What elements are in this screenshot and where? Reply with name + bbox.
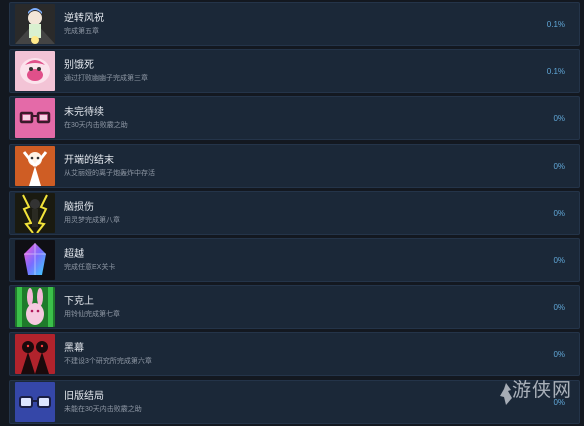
achievement-row[interactable]: 别饿死 通过打败幽幽子完成第三章 0.1% (9, 49, 580, 94)
achievement-description: 用灵梦完成第八章 (64, 216, 120, 224)
achievement-title: 下克上 (64, 296, 94, 308)
achievement-row[interactable]: 未完待续 在30天内击败霰之助 0% (9, 96, 580, 141)
achievement-row[interactable]: 脑损伤 用灵梦完成第八章 0% (9, 190, 580, 235)
achievement-title: 旧版结局 (64, 390, 104, 402)
achievement-description: 完成第五章 (64, 28, 99, 35)
pink-ghost-icon (15, 51, 55, 92)
achievement-description: 通过打败幽幽子完成第三章 (64, 75, 148, 83)
glasses-icon (15, 381, 55, 422)
achievement-description: 完成任意EX关卡 (64, 263, 116, 271)
achievement-description: 在30天内击败霰之助 (64, 122, 128, 130)
achievement-title: 别饿死 (64, 60, 94, 72)
rabbit-icon (15, 287, 55, 328)
achievement-row[interactable]: 黑幕 不建设3个研究所完成第六章 0% (9, 332, 580, 377)
achievement-title: 超越 (64, 248, 84, 260)
achievement-title: 开端的结末 (64, 154, 114, 166)
unlock-percentage: 0% (553, 350, 565, 360)
unlock-percentage: 0% (553, 161, 565, 171)
pink-glasses-icon (15, 98, 55, 139)
achievement-row[interactable]: 下克上 用铃仙完成第七章 0% (9, 285, 580, 330)
achievement-row[interactable]: 超越 完成任意EX关卡 0% (9, 237, 580, 282)
achievement-description: 用铃仙完成第七章 (64, 311, 120, 319)
shrine-girl-icon (15, 4, 55, 44)
unlock-percentage: 0% (553, 208, 565, 218)
achievement-title: 逆转风祝 (64, 13, 104, 24)
achievement-title: 脑损伤 (64, 201, 94, 213)
dark-figures-icon (15, 334, 55, 375)
unlock-percentage: 0.1% (546, 67, 565, 77)
raised-arms-icon (15, 145, 55, 186)
unlock-percentage: 0% (553, 303, 565, 313)
achievement-list: 逆转风祝 完成第五章 0.1% 别饿死 通过打败幽幽子完成第三章 0.1% 未完… (0, 0, 584, 426)
achievement-row[interactable]: 逆转风祝 完成第五章 0.1% (9, 2, 580, 46)
achievement-row[interactable]: 开端的结末 从艾丽娅的离子炮轰炸中存活 0% (9, 143, 580, 188)
unlock-percentage: 0% (553, 114, 565, 124)
unlock-percentage: 0% (553, 255, 565, 265)
unlock-percentage: 0.1% (546, 20, 565, 29)
achievement-title: 未完待续 (64, 107, 104, 119)
achievement-description: 未能在30天内击败霰之助 (64, 405, 142, 413)
unlock-percentage: 0% (553, 397, 565, 407)
achievement-title: 黑幕 (64, 343, 84, 355)
achievement-description: 从艾丽娅的离子炮轰炸中存活 (64, 169, 155, 177)
achievement-description: 不建设3个研究所完成第六章 (64, 358, 152, 366)
achievement-row[interactable]: 旧版结局 未能在30天内击败霰之助 0% (9, 379, 580, 424)
crystal-icon (15, 239, 55, 280)
lightning-figure-icon (15, 192, 55, 233)
